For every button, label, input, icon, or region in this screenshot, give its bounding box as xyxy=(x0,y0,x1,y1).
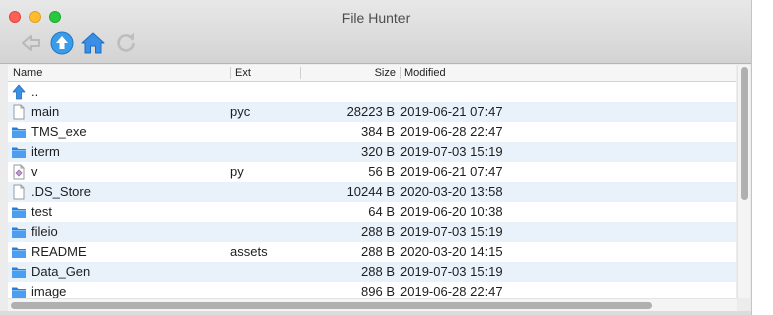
file-list: .. main pyc 28223 B 2019-06-21 07:47 TMS_exe 3… xyxy=(8,82,736,298)
folder-icon xyxy=(11,264,27,280)
file-size: 56 B xyxy=(368,164,395,179)
folder-icon xyxy=(11,244,27,260)
parent-dir-icon xyxy=(11,84,27,100)
file-size: 896 B xyxy=(361,284,395,298)
file-row[interactable]: iterm 320 B 2019-07-03 15:19 xyxy=(8,142,736,162)
file-modified: 2019-07-03 15:19 xyxy=(400,224,503,239)
file-modified: 2019-06-28 22:47 xyxy=(400,284,503,298)
column-modified-header[interactable]: Modified xyxy=(404,66,564,80)
file-ext: pyc xyxy=(230,104,251,119)
home-icon xyxy=(81,32,105,54)
file-name: Data_Gen xyxy=(31,264,91,279)
file-row[interactable]: v py 56 B 2019-06-21 07:47 xyxy=(8,162,736,182)
file-ext: py xyxy=(230,164,244,179)
file-name: v xyxy=(31,164,38,179)
file-icon xyxy=(11,104,27,120)
file-name: test xyxy=(31,204,52,219)
file-name: README xyxy=(31,244,87,259)
column-divider[interactable] xyxy=(230,67,231,79)
file-size: 288 B xyxy=(361,264,395,279)
file-row[interactable]: test 64 B 2019-06-20 10:38 xyxy=(8,202,736,222)
up-button[interactable] xyxy=(50,31,74,55)
folder-icon xyxy=(11,144,27,160)
file-ext xyxy=(230,202,300,222)
file-row[interactable]: TMS_exe 384 B 2019-06-28 22:47 xyxy=(8,122,736,142)
file-ext xyxy=(230,182,300,202)
file-ext xyxy=(230,222,300,242)
folder-icon xyxy=(11,284,27,298)
refresh-icon xyxy=(117,32,135,52)
file-name: iterm xyxy=(31,144,60,159)
file-name: image xyxy=(31,284,67,298)
script-file-icon xyxy=(11,164,27,180)
file-row[interactable]: Data_Gen 288 B 2019-07-03 15:19 xyxy=(8,262,736,282)
status-bar xyxy=(0,311,751,315)
file-modified: 2019-07-03 15:19 xyxy=(400,144,503,159)
file-name: .DS_Store xyxy=(31,184,91,199)
vertical-scroll-thumb[interactable] xyxy=(741,67,748,200)
folder-icon xyxy=(11,124,27,140)
column-header: Name Ext Size Modified xyxy=(8,65,736,82)
file-icon xyxy=(11,184,27,200)
file-size: 320 B xyxy=(361,144,395,159)
file-size: 288 B xyxy=(361,224,395,239)
column-ext-header[interactable]: Ext xyxy=(235,66,295,80)
file-row[interactable]: fileio 288 B 2019-07-03 15:19 xyxy=(8,222,736,242)
file-ext xyxy=(230,122,300,142)
file-row[interactable]: README assets 288 B 2020-03-20 14:15 xyxy=(8,242,736,262)
file-size: 288 B xyxy=(361,244,395,259)
file-name: .. xyxy=(31,84,39,99)
file-row[interactable]: .DS_Store 10244 B 2020-03-20 13:58 xyxy=(8,182,736,202)
up-arrow-icon xyxy=(50,31,74,55)
file-size xyxy=(300,82,395,102)
folder-icon xyxy=(11,224,27,240)
file-ext xyxy=(230,262,300,282)
home-button[interactable] xyxy=(81,31,105,55)
file-size: 64 B xyxy=(368,204,395,219)
column-name-header[interactable]: Name xyxy=(13,66,213,80)
column-size-header[interactable]: Size xyxy=(308,66,396,80)
file-row[interactable]: main pyc 28223 B 2019-06-21 07:47 xyxy=(8,102,736,122)
file-modified: 2019-06-20 10:38 xyxy=(400,204,503,219)
horizontal-scroll-thumb[interactable] xyxy=(11,302,652,309)
back-arrow-icon xyxy=(22,35,40,51)
horizontal-scrollbar[interactable] xyxy=(8,298,737,311)
file-row[interactable]: .. xyxy=(8,82,736,102)
file-name: fileio xyxy=(31,224,58,239)
file-name: main xyxy=(31,104,60,119)
file-row[interactable]: image 896 B 2019-06-28 22:47 xyxy=(8,282,736,298)
file-name: TMS_exe xyxy=(31,124,87,139)
back-button[interactable] xyxy=(19,31,43,55)
file-ext xyxy=(230,82,300,102)
file-size: 28223 B xyxy=(346,104,395,119)
file-ext: assets xyxy=(230,244,268,259)
column-divider[interactable] xyxy=(300,67,301,79)
file-hunter-window: File Hunter Name Ext Size Modified .. ma… xyxy=(0,0,752,315)
vertical-scrollbar[interactable] xyxy=(737,65,750,298)
file-modified xyxy=(400,82,580,102)
refresh-button[interactable] xyxy=(114,31,138,55)
title-bar: File Hunter xyxy=(0,0,751,64)
file-ext xyxy=(230,282,300,298)
folder-icon xyxy=(11,204,27,220)
file-ext xyxy=(230,142,300,162)
file-modified: 2019-07-03 15:19 xyxy=(400,264,503,279)
file-size: 384 B xyxy=(361,124,395,139)
file-modified: 2019-06-28 22:47 xyxy=(400,124,503,139)
file-modified: 2019-06-21 07:47 xyxy=(400,104,503,119)
file-modified: 2019-06-21 07:47 xyxy=(400,164,503,179)
column-divider[interactable] xyxy=(400,67,401,79)
window-title: File Hunter xyxy=(341,10,411,26)
file-modified: 2020-03-20 14:15 xyxy=(400,244,503,259)
file-modified: 2020-03-20 13:58 xyxy=(400,184,503,199)
file-size: 10244 B xyxy=(346,184,395,199)
